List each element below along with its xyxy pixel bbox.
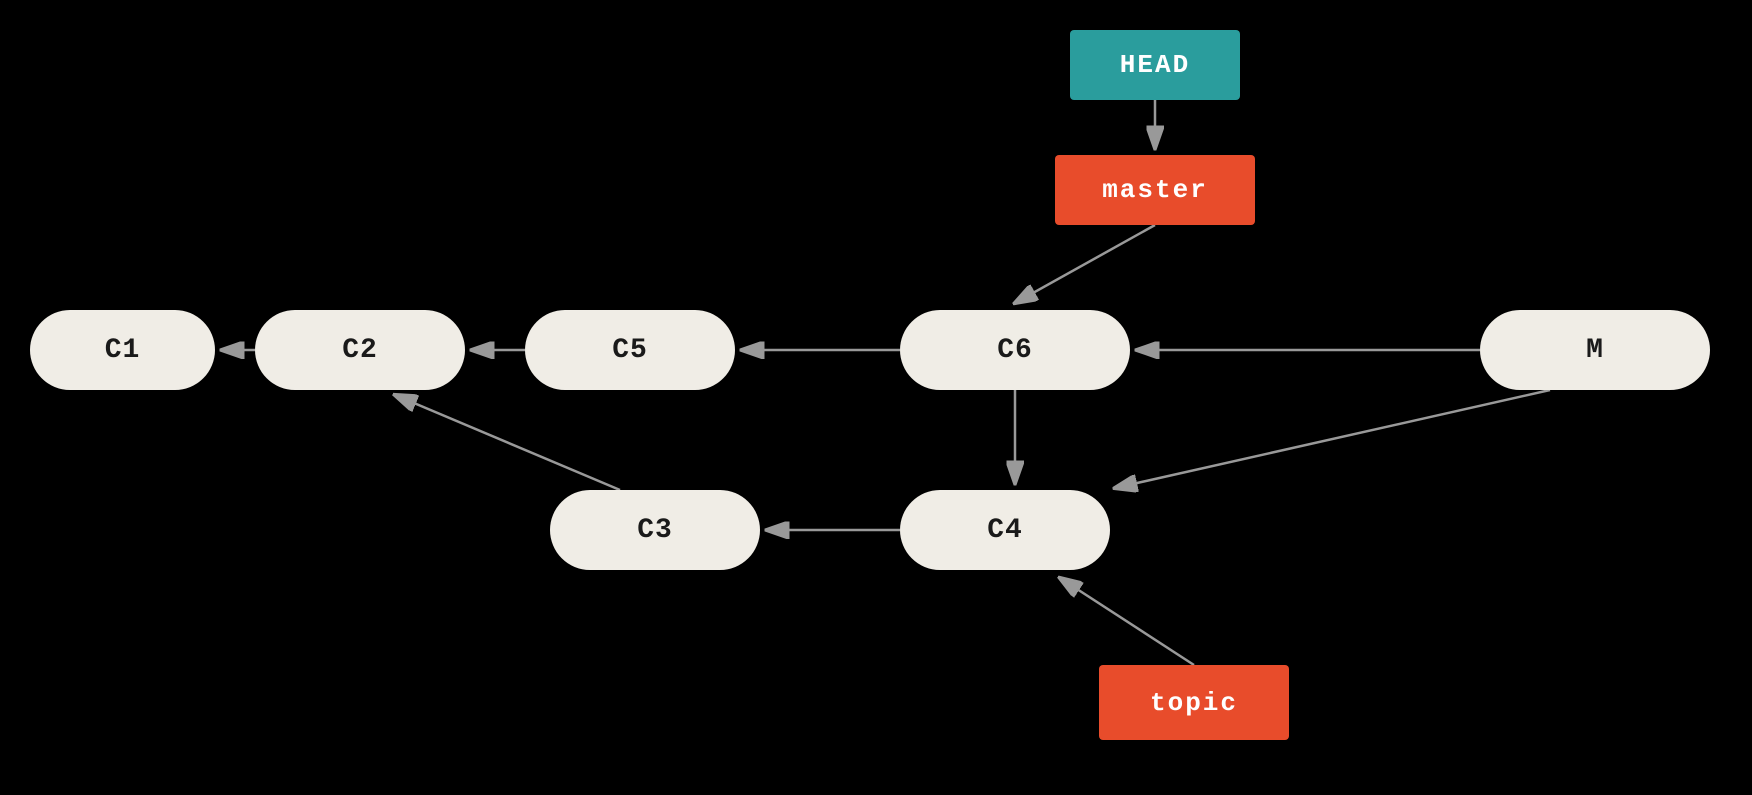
topic-node: topic — [1099, 665, 1289, 740]
git-graph-diagram: HEAD master topic C1 C2 C5 C6 M C3 C4 — [0, 0, 1752, 795]
commit-m: M — [1480, 310, 1710, 390]
commit-c3: C3 — [550, 490, 760, 570]
commit-c6: C6 — [900, 310, 1130, 390]
commit-c4: C4 — [900, 490, 1110, 570]
master-node: master — [1055, 155, 1255, 225]
commit-c1: C1 — [30, 310, 215, 390]
commit-c2: C2 — [255, 310, 465, 390]
commit-c5: C5 — [525, 310, 735, 390]
head-node: HEAD — [1070, 30, 1240, 100]
